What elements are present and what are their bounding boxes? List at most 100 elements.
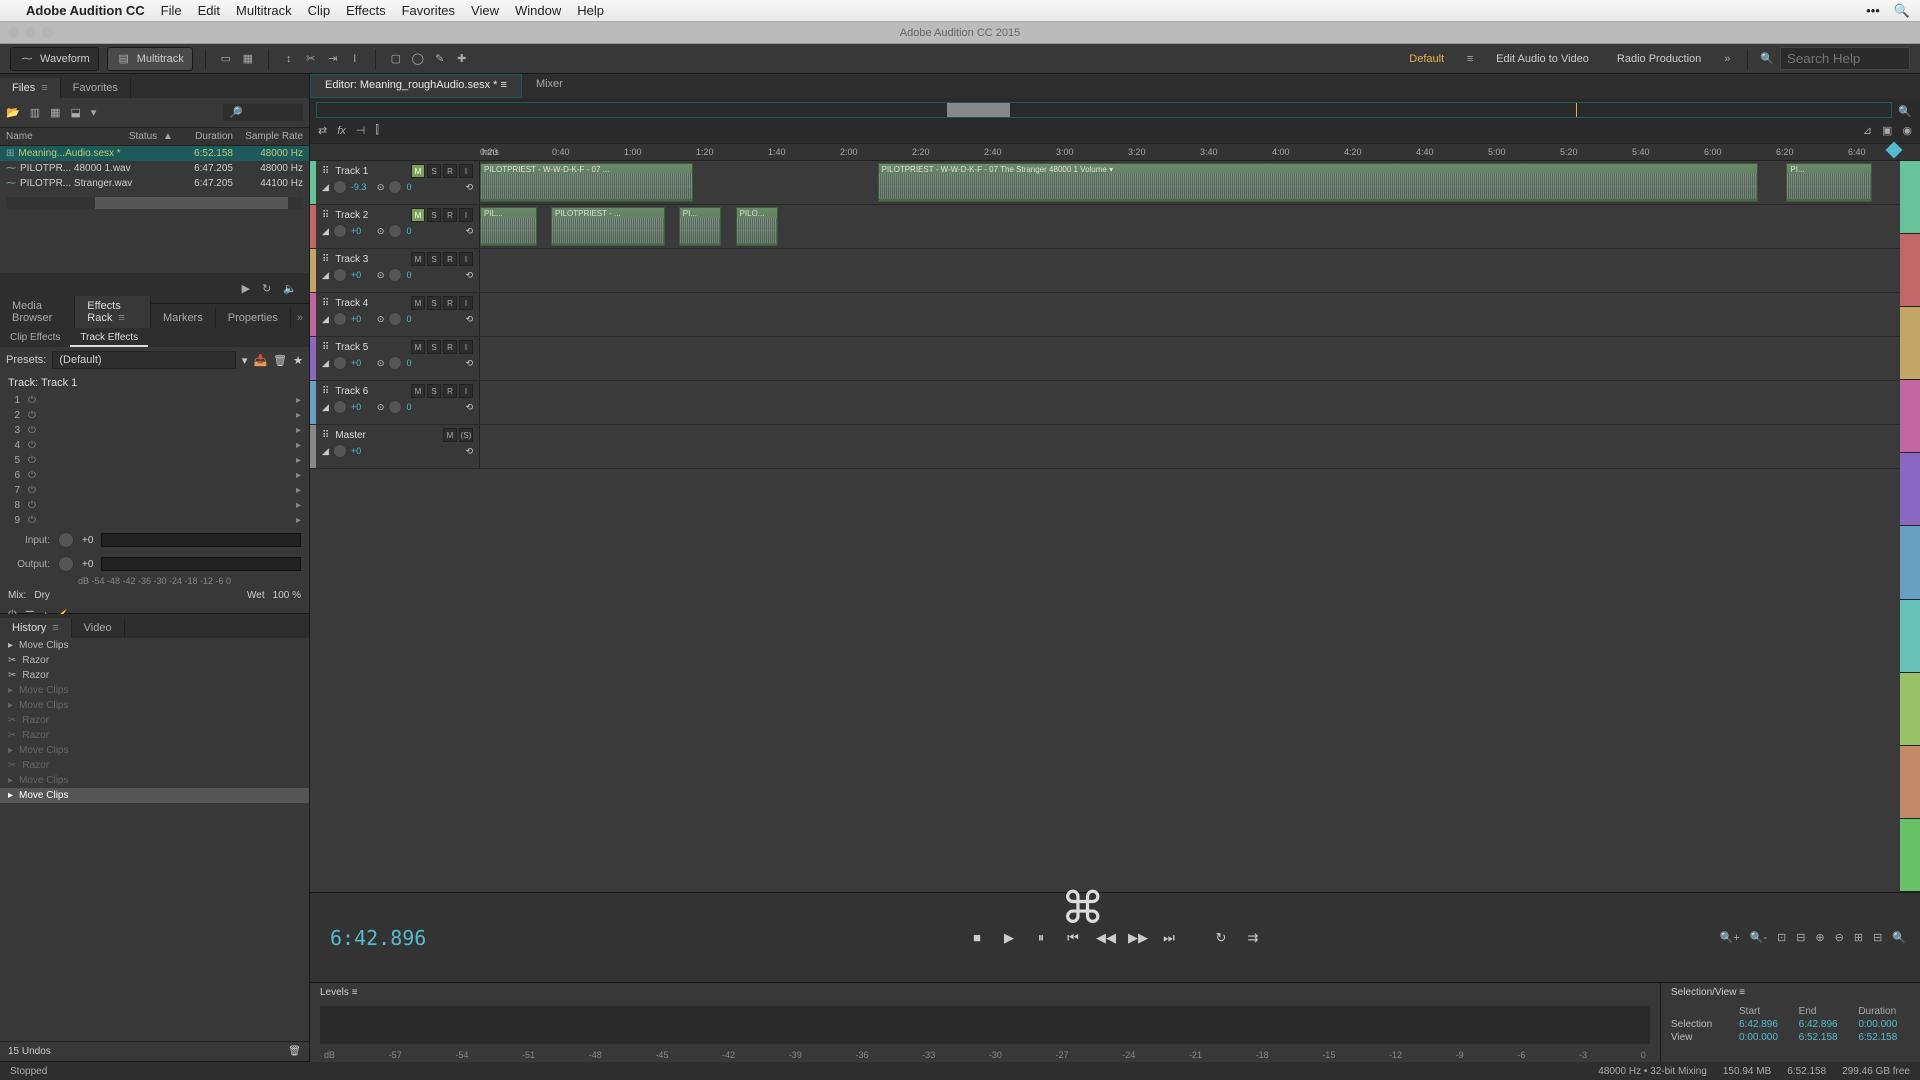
tab-markers[interactable]: Markers bbox=[151, 308, 216, 328]
mute-button[interactable]: M bbox=[411, 296, 425, 310]
effect-slot[interactable]: 8⏻▸ bbox=[0, 498, 309, 513]
track-lane[interactable] bbox=[480, 249, 1900, 292]
panel-menu-icon[interactable]: ≡ bbox=[352, 987, 358, 998]
spotlight-icon[interactable]: 🔍 bbox=[1894, 3, 1910, 19]
track-header[interactable]: ⠿ Track 2 M SRI ◢ +0 ⊙0 ⟲ bbox=[316, 205, 480, 248]
fx-icon[interactable]: fx bbox=[337, 125, 346, 137]
mute-button[interactable]: M bbox=[443, 428, 457, 442]
slot-menu-icon[interactable]: ▸ bbox=[296, 485, 301, 496]
slot-power-icon[interactable]: ⏻ bbox=[28, 485, 40, 496]
view-start[interactable]: 0:00.000 bbox=[1739, 1032, 1791, 1043]
subtab-clip-effects[interactable]: Clip Effects bbox=[0, 328, 70, 347]
arm-record-button[interactable]: R bbox=[443, 296, 457, 310]
track-name[interactable]: Track 6 bbox=[335, 386, 405, 397]
workspace-overflow-icon[interactable]: » bbox=[1719, 51, 1735, 67]
track-color-segment[interactable] bbox=[1900, 526, 1920, 599]
track-color-segment[interactable] bbox=[1900, 673, 1920, 746]
solo-button[interactable]: S bbox=[427, 164, 441, 178]
track-grip-icon[interactable]: ⠿ bbox=[322, 254, 329, 265]
mute-button[interactable]: M bbox=[411, 340, 425, 354]
menu-help[interactable]: Help bbox=[577, 3, 604, 18]
zoom-in-v-icon[interactable]: ⊕ bbox=[1815, 931, 1824, 944]
open-file-icon[interactable]: 📂 bbox=[6, 106, 20, 119]
monitor-button[interactable]: I bbox=[459, 208, 473, 222]
menu-multitrack[interactable]: Multitrack bbox=[236, 3, 292, 18]
slot-power-icon[interactable]: ⏻ bbox=[28, 395, 40, 406]
arm-record-button[interactable]: R bbox=[443, 384, 457, 398]
hud-toggle-icon[interactable]: ▭ bbox=[218, 51, 234, 67]
volume-value[interactable]: +0 bbox=[351, 226, 373, 236]
audio-clip[interactable]: PILO... bbox=[736, 207, 779, 246]
effect-slot[interactable]: 1⏻▸ bbox=[0, 393, 309, 408]
slot-power-icon[interactable]: ⏻ bbox=[28, 470, 40, 481]
arm-record-button[interactable]: R bbox=[443, 208, 457, 222]
time-ruler[interactable]: hms 0:200:401:001:201:402:002:202:403:00… bbox=[310, 143, 1920, 161]
panel-menu-icon[interactable]: ≡ bbox=[52, 622, 58, 634]
tab-favorites[interactable]: Favorites bbox=[61, 78, 131, 98]
files-hscroll[interactable] bbox=[6, 197, 303, 209]
pause-button[interactable]: ⏸ bbox=[1032, 930, 1050, 946]
col-name[interactable]: Name bbox=[6, 131, 123, 142]
track-grip-icon[interactable]: ⠿ bbox=[322, 430, 329, 441]
audio-clip[interactable]: PILOTPRIEST - ... bbox=[551, 207, 665, 246]
solo-button[interactable]: (S) bbox=[459, 428, 473, 442]
track-name[interactable]: Master bbox=[335, 430, 437, 441]
metronome-icon[interactable]: ◉ bbox=[1902, 124, 1912, 137]
track-output-icon[interactable]: ⟲ bbox=[465, 182, 473, 193]
history-item[interactable]: ▸Move Clips bbox=[0, 743, 309, 758]
track-output-icon[interactable]: ⟲ bbox=[465, 358, 473, 369]
track-color-segment[interactable] bbox=[1900, 307, 1920, 380]
input-gain-value[interactable]: +0 bbox=[82, 535, 93, 546]
workspace-radio[interactable]: Radio Production bbox=[1607, 49, 1711, 69]
monitor-button[interactable]: I bbox=[459, 296, 473, 310]
pan-value[interactable]: 0 bbox=[406, 270, 428, 280]
spectral-toggle-icon[interactable]: ▦ bbox=[240, 51, 256, 67]
view-end[interactable]: 6:52.158 bbox=[1799, 1032, 1851, 1043]
zoom-out-v-icon[interactable]: ⊖ bbox=[1835, 931, 1844, 944]
slot-menu-icon[interactable]: ▸ bbox=[296, 455, 301, 466]
go-start-button[interactable]: ⏮ bbox=[1064, 930, 1082, 946]
effect-slot[interactable]: 7⏻▸ bbox=[0, 483, 309, 498]
subtab-track-effects[interactable]: Track Effects bbox=[70, 328, 148, 347]
track-output-icon[interactable]: ⟲ bbox=[465, 446, 473, 457]
volume-value[interactable]: +0 bbox=[351, 270, 373, 280]
history-item[interactable]: ▸Move Clips bbox=[0, 683, 309, 698]
input-gain-knob[interactable] bbox=[58, 532, 74, 548]
track-output-icon[interactable]: ⟲ bbox=[465, 226, 473, 237]
monitor-button[interactable]: I bbox=[459, 164, 473, 178]
track-color-segment[interactable] bbox=[1900, 746, 1920, 819]
effect-slot[interactable]: 4⏻▸ bbox=[0, 438, 309, 453]
preset-prev-icon[interactable]: ▾ bbox=[242, 354, 248, 367]
monitor-button[interactable]: I bbox=[459, 384, 473, 398]
import-icon[interactable]: ▥ bbox=[30, 106, 40, 119]
waveform-button[interactable]: ⁓Waveform bbox=[10, 47, 99, 71]
loop-button[interactable]: ↻ bbox=[1212, 930, 1230, 946]
track-lane[interactable]: PIL...PILOTPRIEST - ...PI...PILO... bbox=[480, 205, 1900, 248]
solo-button[interactable]: S bbox=[427, 208, 441, 222]
history-item[interactable]: ✂Razor bbox=[0, 653, 309, 668]
col-status[interactable]: Status bbox=[123, 131, 163, 142]
track-lane[interactable] bbox=[480, 293, 1900, 336]
preview-autoplay-icon[interactable]: 🔈 bbox=[283, 282, 297, 295]
mix-wet-value[interactable]: 100 % bbox=[273, 590, 301, 601]
track-lane[interactable] bbox=[480, 337, 1900, 380]
editor-tab[interactable]: Editor: Meaning_roughAudio.sesx * ≡ bbox=[310, 74, 522, 98]
healing-tool-icon[interactable]: ✚ bbox=[454, 51, 470, 67]
file-search-icon[interactable]: 🔎 bbox=[223, 104, 303, 121]
track-header[interactable]: ⠿ Track 4 M SRI ◢ +0 ⊙0 ⟲ bbox=[316, 293, 480, 336]
sel-dur[interactable]: 0:00.000 bbox=[1858, 1019, 1910, 1030]
preset-delete-icon[interactable]: 🗑 bbox=[273, 354, 287, 367]
track-color-segment[interactable] bbox=[1900, 453, 1920, 526]
track-name[interactable]: Track 1 bbox=[335, 166, 405, 177]
tab-history[interactable]: History≡ bbox=[0, 618, 72, 638]
history-item[interactable]: ✂Razor bbox=[0, 758, 309, 773]
audio-clip[interactable]: PI... bbox=[679, 207, 722, 246]
track-color-segment[interactable] bbox=[1900, 819, 1920, 892]
time-select-tool-icon[interactable]: I bbox=[347, 51, 363, 67]
slot-menu-icon[interactable]: ▸ bbox=[296, 410, 301, 421]
sends-icon[interactable]: ⊣ bbox=[356, 124, 366, 137]
track-color-segment[interactable] bbox=[1900, 234, 1920, 307]
rewind-button[interactable]: ◀◀ bbox=[1096, 930, 1114, 946]
track-grip-icon[interactable]: ⠿ bbox=[322, 386, 329, 397]
volume-value[interactable]: +0 bbox=[351, 314, 373, 324]
